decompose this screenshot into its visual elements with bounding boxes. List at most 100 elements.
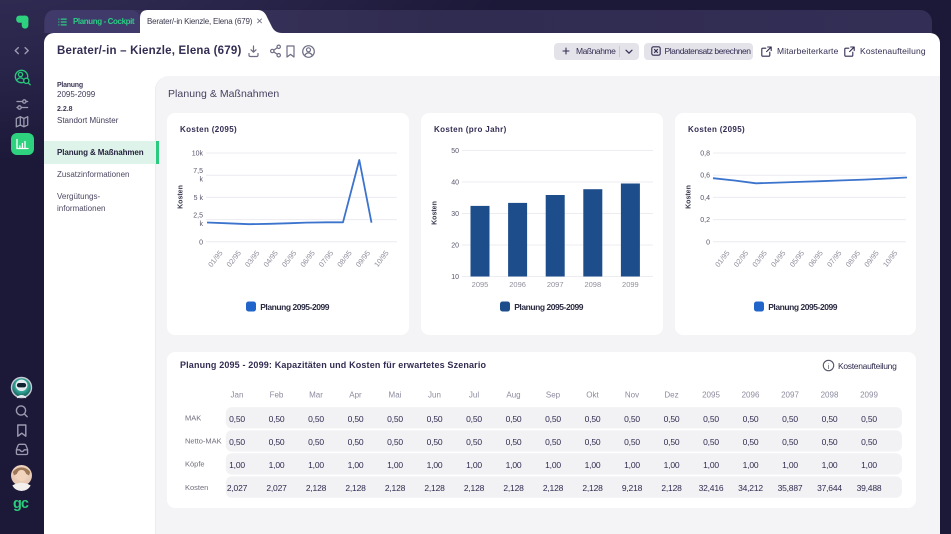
svg-text:0,8: 0,8	[700, 151, 710, 158]
svg-text:0,50: 0,50	[466, 414, 482, 424]
svg-text:5 k: 5 k	[194, 195, 204, 202]
svg-text:1,00: 1,00	[624, 460, 640, 470]
svg-text:0,50: 0,50	[387, 437, 403, 447]
svg-text:1,00: 1,00	[743, 460, 759, 470]
svg-text:0,50: 0,50	[269, 414, 285, 424]
svg-text:0,2: 0,2	[700, 217, 710, 224]
svg-text:2098: 2098	[584, 280, 601, 289]
svg-text:1,00: 1,00	[308, 460, 324, 470]
svg-text:2,128: 2,128	[543, 483, 564, 493]
svg-text:k: k	[200, 221, 204, 228]
svg-text:Planung 2095-2099: Planung 2095-2099	[514, 302, 584, 312]
svg-text:06/95: 06/95	[806, 249, 824, 269]
svg-text:Sep: Sep	[546, 391, 561, 400]
svg-text:1,00: 1,00	[269, 460, 285, 470]
svg-text:07/95: 07/95	[825, 249, 843, 269]
svg-text:50: 50	[451, 148, 459, 155]
svg-text:1,00: 1,00	[664, 460, 680, 470]
svg-text:Mar: Mar	[309, 391, 323, 400]
svg-text:0,50: 0,50	[782, 437, 798, 447]
svg-text:0,50: 0,50	[348, 437, 364, 447]
svg-text:1,00: 1,00	[466, 460, 482, 470]
svg-text:2099: 2099	[860, 391, 878, 400]
svg-text:k: k	[200, 177, 204, 184]
svg-text:1,00: 1,00	[506, 460, 522, 470]
svg-text:2098: 2098	[821, 391, 839, 400]
svg-text:07/95: 07/95	[317, 249, 335, 269]
svg-text:10/95: 10/95	[881, 249, 899, 269]
svg-text:0,50: 0,50	[703, 437, 719, 447]
svg-text:1,00: 1,00	[229, 460, 245, 470]
svg-text:2,128: 2,128	[424, 483, 445, 493]
svg-text:Jun: Jun	[428, 391, 441, 400]
svg-text:Planung 2095-2099: Planung 2095-2099	[260, 302, 330, 312]
svg-text:Kosten: Kosten	[177, 185, 184, 209]
svg-text:0,50: 0,50	[585, 437, 601, 447]
svg-text:Aug: Aug	[506, 391, 520, 400]
svg-text:40: 40	[451, 180, 459, 187]
svg-text:05/95: 05/95	[280, 249, 298, 269]
svg-text:0,50: 0,50	[229, 414, 245, 424]
svg-text:35,887: 35,887	[778, 483, 803, 493]
svg-text:i: i	[828, 362, 830, 371]
svg-text:08/95: 08/95	[844, 249, 862, 269]
svg-text:0,50: 0,50	[585, 414, 601, 424]
svg-text:0,6: 0,6	[700, 173, 710, 180]
svg-text:Jan: Jan	[231, 391, 244, 400]
svg-text:2,128: 2,128	[661, 483, 682, 493]
svg-text:06/95: 06/95	[298, 249, 316, 269]
svg-text:2096: 2096	[509, 280, 526, 289]
svg-text:2,128: 2,128	[464, 483, 485, 493]
svg-text:2097: 2097	[781, 391, 799, 400]
svg-text:2097: 2097	[547, 280, 564, 289]
svg-text:01/95: 01/95	[713, 249, 731, 269]
svg-text:2,128: 2,128	[503, 483, 524, 493]
svg-text:Planung 2095-2099: Planung 2095-2099	[768, 302, 838, 312]
svg-text:1,00: 1,00	[782, 460, 798, 470]
svg-text:Kostenaufteilung: Kostenaufteilung	[838, 361, 897, 371]
svg-text:0,50: 0,50	[624, 414, 640, 424]
svg-text:09/95: 09/95	[354, 249, 372, 269]
svg-text:0,50: 0,50	[743, 437, 759, 447]
svg-text:MAK: MAK	[185, 414, 201, 423]
svg-text:Feb: Feb	[270, 391, 284, 400]
svg-text:0,4: 0,4	[700, 195, 710, 202]
svg-text:0,50: 0,50	[269, 437, 285, 447]
svg-text:0,50: 0,50	[545, 437, 561, 447]
svg-text:0,50: 0,50	[664, 437, 680, 447]
svg-text:39,488: 39,488	[857, 483, 882, 493]
svg-text:0,50: 0,50	[861, 414, 877, 424]
svg-text:2,128: 2,128	[306, 483, 327, 493]
svg-text:0,50: 0,50	[703, 414, 719, 424]
svg-text:2,128: 2,128	[345, 483, 366, 493]
svg-text:0,50: 0,50	[427, 437, 443, 447]
svg-text:Kosten: Kosten	[185, 483, 208, 492]
svg-text:0,50: 0,50	[624, 437, 640, 447]
svg-text:2,027: 2,027	[227, 483, 248, 493]
svg-text:1,00: 1,00	[822, 460, 838, 470]
svg-text:02/95: 02/95	[732, 249, 750, 269]
svg-text:0,50: 0,50	[348, 414, 364, 424]
svg-text:10/95: 10/95	[372, 249, 390, 269]
svg-text:Netto-MAK: Netto-MAK	[185, 437, 222, 446]
svg-text:0,50: 0,50	[506, 414, 522, 424]
svg-text:0,50: 0,50	[427, 414, 443, 424]
svg-text:10k: 10k	[192, 151, 204, 158]
svg-text:9,218: 9,218	[622, 483, 643, 493]
svg-text:Kosten: Kosten	[685, 185, 692, 209]
svg-text:0: 0	[199, 239, 203, 246]
svg-text:1,00: 1,00	[387, 460, 403, 470]
svg-text:20: 20	[451, 243, 459, 250]
svg-text:0,50: 0,50	[822, 437, 838, 447]
svg-text:05/95: 05/95	[788, 249, 806, 269]
svg-text:37,644: 37,644	[817, 483, 842, 493]
svg-text:0,50: 0,50	[664, 414, 680, 424]
svg-text:34,212: 34,212	[738, 483, 763, 493]
svg-text:Apr: Apr	[349, 391, 362, 400]
svg-text:Jul: Jul	[469, 391, 479, 400]
svg-text:0,50: 0,50	[506, 437, 522, 447]
svg-text:03/95: 03/95	[750, 249, 768, 269]
svg-text:Okt: Okt	[586, 391, 599, 400]
svg-text:0,50: 0,50	[782, 414, 798, 424]
svg-text:02/95: 02/95	[225, 249, 243, 269]
